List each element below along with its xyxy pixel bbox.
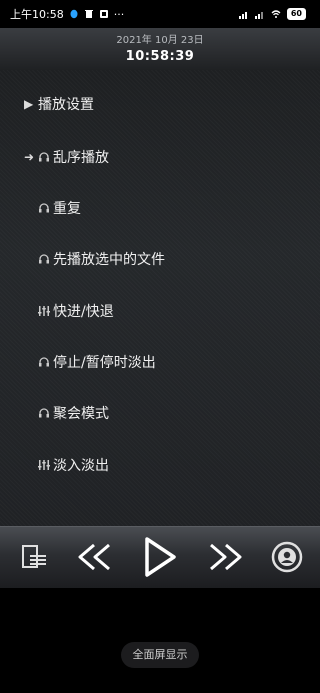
status-right: 60 <box>238 8 306 20</box>
menu-item-repeat[interactable]: 重复 <box>0 188 320 228</box>
equalizer-icon <box>38 306 50 316</box>
menu-item-fade-on-stop[interactable]: 停止/暂停时淡出 <box>0 342 320 382</box>
wifi-icon <box>271 10 281 18</box>
clock-header: 2021年 10月 23日 10:58:39 <box>0 28 320 70</box>
signal-icon <box>238 12 247 19</box>
expand-triangle-icon: ▶ <box>24 97 34 111</box>
menu-item-label: 停止/暂停时淡出 <box>53 355 156 371</box>
menu-item-label: 聚会模式 <box>53 406 109 422</box>
fast-forward-icon[interactable] <box>207 541 243 573</box>
qq-icon <box>70 9 78 19</box>
playlist-icon[interactable] <box>20 543 48 571</box>
menu-item-label: 淡入淡出 <box>53 458 109 474</box>
rewind-icon[interactable] <box>77 541 113 573</box>
selected-arrow-icon: ➜ <box>24 150 35 164</box>
status-left: 上午10:58 ··· <box>10 6 124 22</box>
menu-item-party-mode[interactable]: 聚会模式 <box>0 393 320 433</box>
status-bar: 上午10:58 ··· 60 <box>0 0 320 28</box>
header-time: 10:58:39 <box>125 49 195 64</box>
menu-item-shuffle[interactable]: ➜ 乱序播放 <box>0 137 320 177</box>
menu-item-crossfade[interactable]: 淡入淡出 <box>0 445 320 485</box>
header-date: 2021年 10月 23日 <box>116 35 204 46</box>
menu-item-play-selected-first[interactable]: 先播放选中的文件 <box>0 239 320 279</box>
menu-item-play-settings[interactable]: ▶ 播放设置 <box>0 84 320 124</box>
player-controls <box>0 526 320 588</box>
settings-menu: ▶ 播放设置 ➜ 乱序播放 重复 先播放选中的文件 快进/快退 停止/暂停时淡出… <box>0 70 320 526</box>
fullscreen-button[interactable]: 全面屏显示 <box>121 642 199 668</box>
headphone-icon <box>39 357 49 367</box>
equalizer-icon <box>38 460 50 470</box>
menu-item-label: 重复 <box>53 201 81 217</box>
menu-item-label: 乱序播放 <box>53 150 109 166</box>
menu-item-label: 先播放选中的文件 <box>53 252 165 268</box>
signal-2-icon <box>254 12 263 19</box>
headphone-icon <box>39 408 49 418</box>
profile-icon[interactable] <box>271 541 303 573</box>
menu-item-seek[interactable]: 快进/快退 <box>0 291 320 331</box>
bottom-area <box>0 588 320 693</box>
headphone-icon <box>39 254 49 264</box>
more-notifications-icon: ··· <box>113 7 125 21</box>
status-time: 上午10:58 <box>10 8 64 21</box>
notification-icon <box>99 10 108 18</box>
menu-item-label: 播放设置 <box>38 97 94 113</box>
headphone-icon <box>39 152 49 162</box>
trash-icon <box>84 10 93 18</box>
battery-indicator: 60 <box>286 8 306 20</box>
menu-item-label: 快进/快退 <box>53 304 114 320</box>
play-icon[interactable] <box>142 535 178 579</box>
headphone-icon <box>39 203 49 213</box>
